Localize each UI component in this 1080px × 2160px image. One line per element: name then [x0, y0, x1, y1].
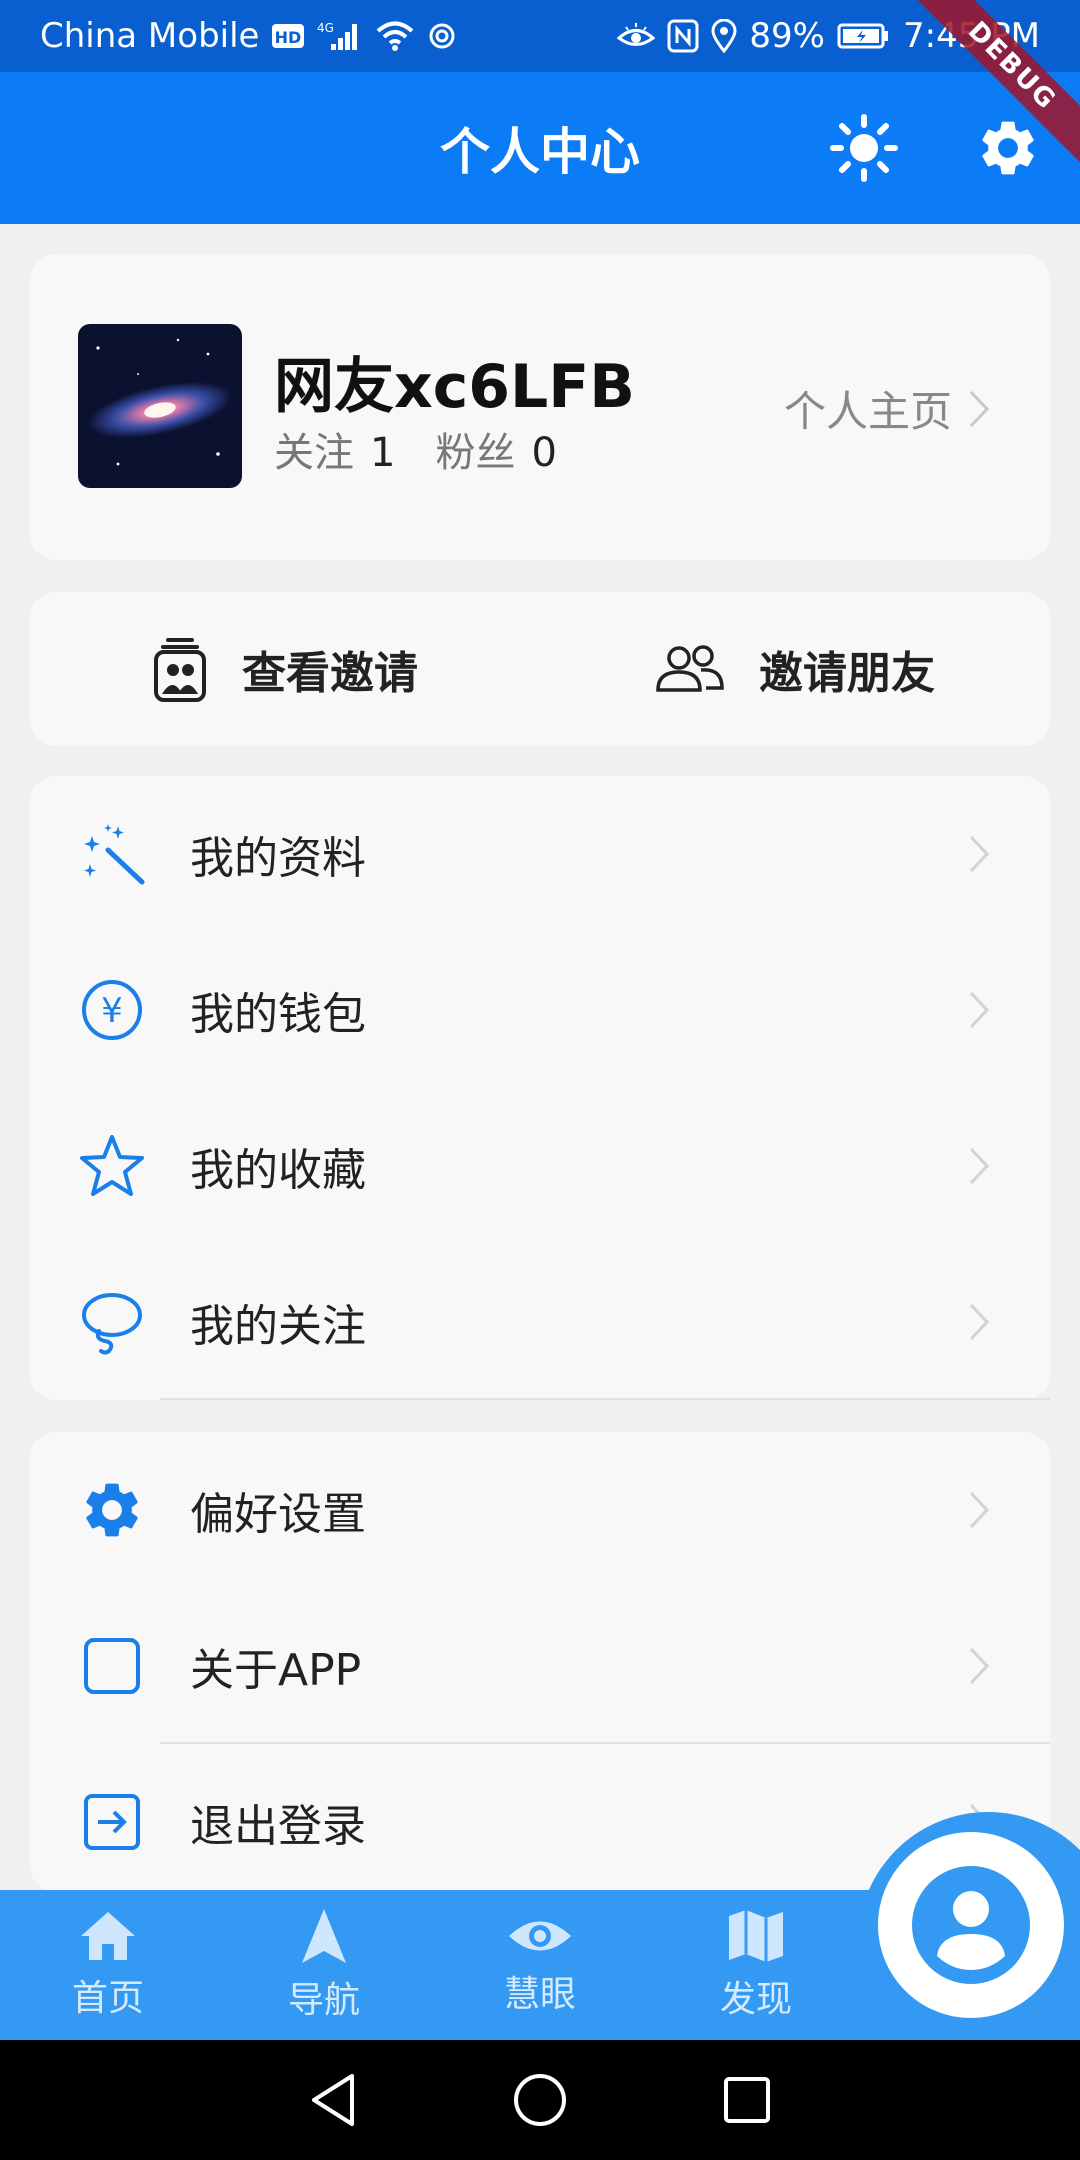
menu-item-preferences[interactable]: 偏好设置	[30, 1432, 1050, 1588]
chevron-right-icon	[969, 1647, 990, 1685]
eye-icon	[509, 1921, 571, 1951]
yen-icon: ¥	[78, 976, 146, 1044]
chevron-right-icon	[969, 835, 990, 873]
sun-icon	[830, 114, 898, 182]
nav-item-navigation[interactable]: 导航	[216, 1890, 432, 2040]
system-nav-bar	[0, 2040, 1080, 2160]
account-icon	[912, 1866, 1030, 1984]
hd-icon: HD	[271, 22, 305, 50]
nav-label: 首页	[71, 1978, 144, 2019]
divider	[160, 1398, 1050, 1400]
home-circle-icon	[513, 2074, 566, 2126]
profile-fab-container	[858, 1812, 1080, 2072]
homepage-link[interactable]: 个人主页	[784, 378, 990, 439]
following-label: 关注	[274, 430, 354, 476]
menu-item-label: 关于APP	[190, 1645, 362, 1696]
invitation-icon	[154, 638, 206, 702]
nav-item-eye[interactable]: 慧眼	[432, 1890, 648, 2040]
clock: 7:45 PM	[903, 16, 1040, 56]
view-invites-label: 查看邀请	[242, 648, 418, 699]
chevron-right-icon	[969, 991, 990, 1029]
square-icon	[78, 1632, 146, 1700]
navigation-icon	[302, 1909, 346, 1963]
followers-count: 0	[531, 430, 557, 476]
invite-friends-label: 邀请朋友	[759, 648, 935, 699]
gear-icon	[982, 121, 1034, 175]
nav-item-home[interactable]: 首页	[0, 1890, 216, 2040]
svg-text:¥: ¥	[101, 991, 123, 1031]
magic-wand-icon	[78, 820, 146, 888]
wifi-icon	[375, 20, 415, 52]
menu-item-label: 我的资料	[190, 833, 366, 884]
menu-item-label: 我的关注	[190, 1301, 366, 1352]
view-invites-button[interactable]: 查看邀请	[30, 592, 540, 746]
menu-item-label: 我的收藏	[190, 1145, 366, 1196]
recents-button[interactable]	[707, 2060, 787, 2140]
follow-stats: 关注 1 粉丝 0	[274, 420, 581, 478]
chevron-right-icon	[969, 1147, 990, 1185]
gear-icon	[78, 1476, 146, 1544]
nav-label: 发现	[719, 1979, 792, 2020]
nav-label: 导航	[287, 1980, 360, 2021]
back-button[interactable]	[293, 2060, 373, 2140]
following-count: 1	[370, 430, 396, 476]
star-icon	[78, 1132, 146, 1200]
homepage-label: 个人主页	[783, 387, 952, 436]
page-title: 个人中心	[440, 123, 640, 181]
invite-friends-button[interactable]: 邀请朋友	[540, 592, 1050, 746]
menu-card: 我的资料 ¥ 我的钱包 我的收藏 我的关注	[30, 776, 1050, 1400]
invite-card: 查看邀请 邀请朋友	[30, 592, 1050, 746]
username: 网友xc6LFB	[274, 352, 635, 422]
menu-item-profile[interactable]: 我的资料	[30, 776, 1050, 932]
menu-item-label: 退出登录	[190, 1801, 366, 1852]
status-bar: China Mobile HD 4G 89% 7:45 PM	[0, 0, 1080, 72]
app-bar: 个人中心	[0, 72, 1080, 224]
menu-item-following[interactable]: 我的关注	[30, 1244, 1050, 1400]
back-triangle-icon	[312, 2074, 355, 2126]
location-icon	[711, 19, 737, 53]
battery-percent: 89%	[749, 16, 825, 56]
home-icon	[81, 1912, 135, 1960]
nav-item-discover[interactable]: 发现	[648, 1890, 864, 2040]
followers-label: 粉丝	[435, 430, 516, 476]
signal-icon: 4G	[317, 20, 363, 52]
carrier-label: China Mobile	[40, 16, 260, 56]
theme-toggle-button[interactable]	[824, 108, 904, 188]
map-icon	[729, 1910, 783, 1962]
logout-icon	[78, 1788, 146, 1856]
settings-button[interactable]	[968, 108, 1048, 188]
home-button[interactable]	[500, 2060, 580, 2140]
people-icon	[656, 645, 724, 692]
sync-icon	[427, 21, 457, 51]
chevron-right-icon	[969, 390, 990, 427]
eye-comfort-icon	[617, 21, 656, 51]
chevron-right-icon	[969, 1491, 990, 1529]
menu-item-label: 偏好设置	[190, 1489, 366, 1540]
svg-text:HD: HD	[275, 28, 302, 47]
menu-item-about[interactable]: 关于APP	[30, 1588, 1050, 1744]
profile-fab-button[interactable]	[878, 1832, 1064, 2018]
battery-icon	[837, 22, 891, 50]
nav-label: 慧眼	[503, 1974, 576, 2015]
menu-item-favorites[interactable]: 我的收藏	[30, 1088, 1050, 1244]
lasso-icon	[78, 1288, 146, 1356]
svg-text:4G: 4G	[317, 21, 334, 35]
menu-item-label: 我的钱包	[190, 989, 366, 1040]
recents-square-icon	[723, 2077, 770, 2123]
chevron-right-icon	[969, 1303, 990, 1341]
avatar[interactable]	[78, 324, 242, 488]
nfc-icon	[667, 19, 699, 53]
menu-item-wallet[interactable]: ¥ 我的钱包	[30, 932, 1050, 1088]
profile-card[interactable]: 网友xc6LFB 关注 1 粉丝 0 个人主页	[30, 254, 1050, 560]
